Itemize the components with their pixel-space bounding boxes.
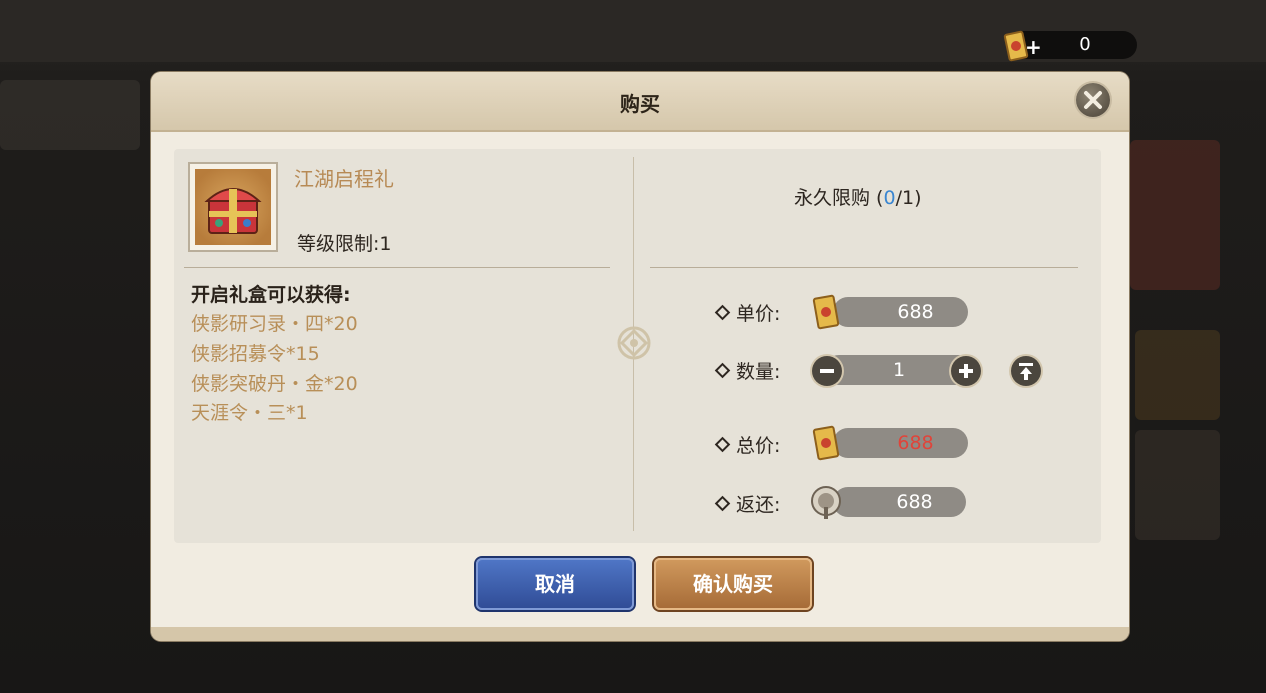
refund-label: 返还: bbox=[714, 490, 780, 517]
diamond-bullet-icon bbox=[714, 436, 731, 453]
reward-item: 天涯令・三*1 bbox=[191, 402, 308, 424]
reward-item: 侠影研习录・四*20 bbox=[191, 313, 358, 335]
scroll-currency-icon bbox=[812, 425, 840, 461]
add-currency-icon[interactable]: + bbox=[1025, 35, 1042, 59]
max-icon bbox=[1019, 363, 1033, 380]
item-name: 江湖启程礼 bbox=[294, 167, 394, 191]
total-price-pill: 688 bbox=[833, 428, 968, 458]
purchase-limit-max: 1 bbox=[901, 187, 915, 209]
refund-pill: 688 bbox=[833, 487, 966, 517]
refund-value: 688 bbox=[896, 491, 933, 513]
background-decor bbox=[1130, 140, 1220, 290]
cancel-button[interactable]: 取消 bbox=[476, 558, 634, 610]
gift-chest-icon bbox=[195, 169, 271, 245]
total-price-label: 总价: bbox=[714, 431, 780, 458]
minus-icon bbox=[820, 369, 834, 373]
close-icon bbox=[1084, 91, 1102, 109]
max-quantity-button[interactable] bbox=[1011, 356, 1041, 386]
unit-price-value: 688 bbox=[897, 301, 934, 323]
decrease-quantity-button[interactable] bbox=[812, 356, 842, 386]
unit-price-label: 单价: bbox=[714, 299, 780, 326]
total-price-value: 688 bbox=[897, 432, 934, 454]
currency-display[interactable]: + 0 bbox=[1003, 30, 1137, 62]
close-button[interactable] bbox=[1076, 83, 1110, 117]
background-decor bbox=[0, 80, 140, 150]
quantity-value: 1 bbox=[892, 359, 906, 381]
rewards-title: 开启礼盒可以获得: bbox=[191, 284, 351, 306]
dialog-header: 购买 bbox=[151, 72, 1129, 132]
level-limit: 等级限制:1 bbox=[297, 233, 392, 255]
background-decor bbox=[1135, 430, 1220, 540]
diamond-bullet-icon bbox=[714, 495, 731, 512]
dialog-title: 购买 bbox=[620, 92, 660, 116]
quantity-label: 数量: bbox=[714, 357, 780, 384]
purchase-limit-label: 永久限购 bbox=[794, 187, 871, 209]
content-panel: 江湖启程礼 等级限制:1 开启礼盒可以获得: 侠影研习录・四*20 侠影招募令*… bbox=[174, 149, 1101, 543]
diamond-bullet-icon bbox=[714, 362, 731, 379]
scroll-currency-icon bbox=[812, 294, 840, 330]
divider bbox=[650, 267, 1078, 268]
dialog-footer-strip bbox=[151, 627, 1129, 641]
reward-item: 侠影招募令*15 bbox=[191, 343, 320, 365]
coin-refund-icon bbox=[811, 486, 841, 519]
ornament-icon bbox=[617, 326, 651, 360]
item-slot[interactable] bbox=[188, 162, 278, 252]
purchase-limit-current: 0 bbox=[883, 187, 896, 209]
reward-item: 侠影突破丹・金*20 bbox=[191, 373, 358, 395]
divider bbox=[184, 267, 610, 268]
confirm-purchase-button[interactable]: 确认购买 bbox=[654, 558, 812, 610]
unit-price-pill: 688 bbox=[833, 297, 968, 327]
increase-quantity-button[interactable] bbox=[951, 356, 981, 386]
plus-icon bbox=[959, 364, 973, 378]
purchase-dialog: 购买 江湖启程礼 等级限制:1 开启礼盒可以获得: 侠影研习录・四*20 侠影招… bbox=[151, 72, 1129, 641]
background-decor bbox=[1135, 330, 1220, 420]
currency-amount: 0 bbox=[1079, 34, 1091, 55]
diamond-bullet-icon bbox=[714, 304, 731, 321]
purchase-limit: 永久限购 (0/1) bbox=[794, 187, 922, 209]
